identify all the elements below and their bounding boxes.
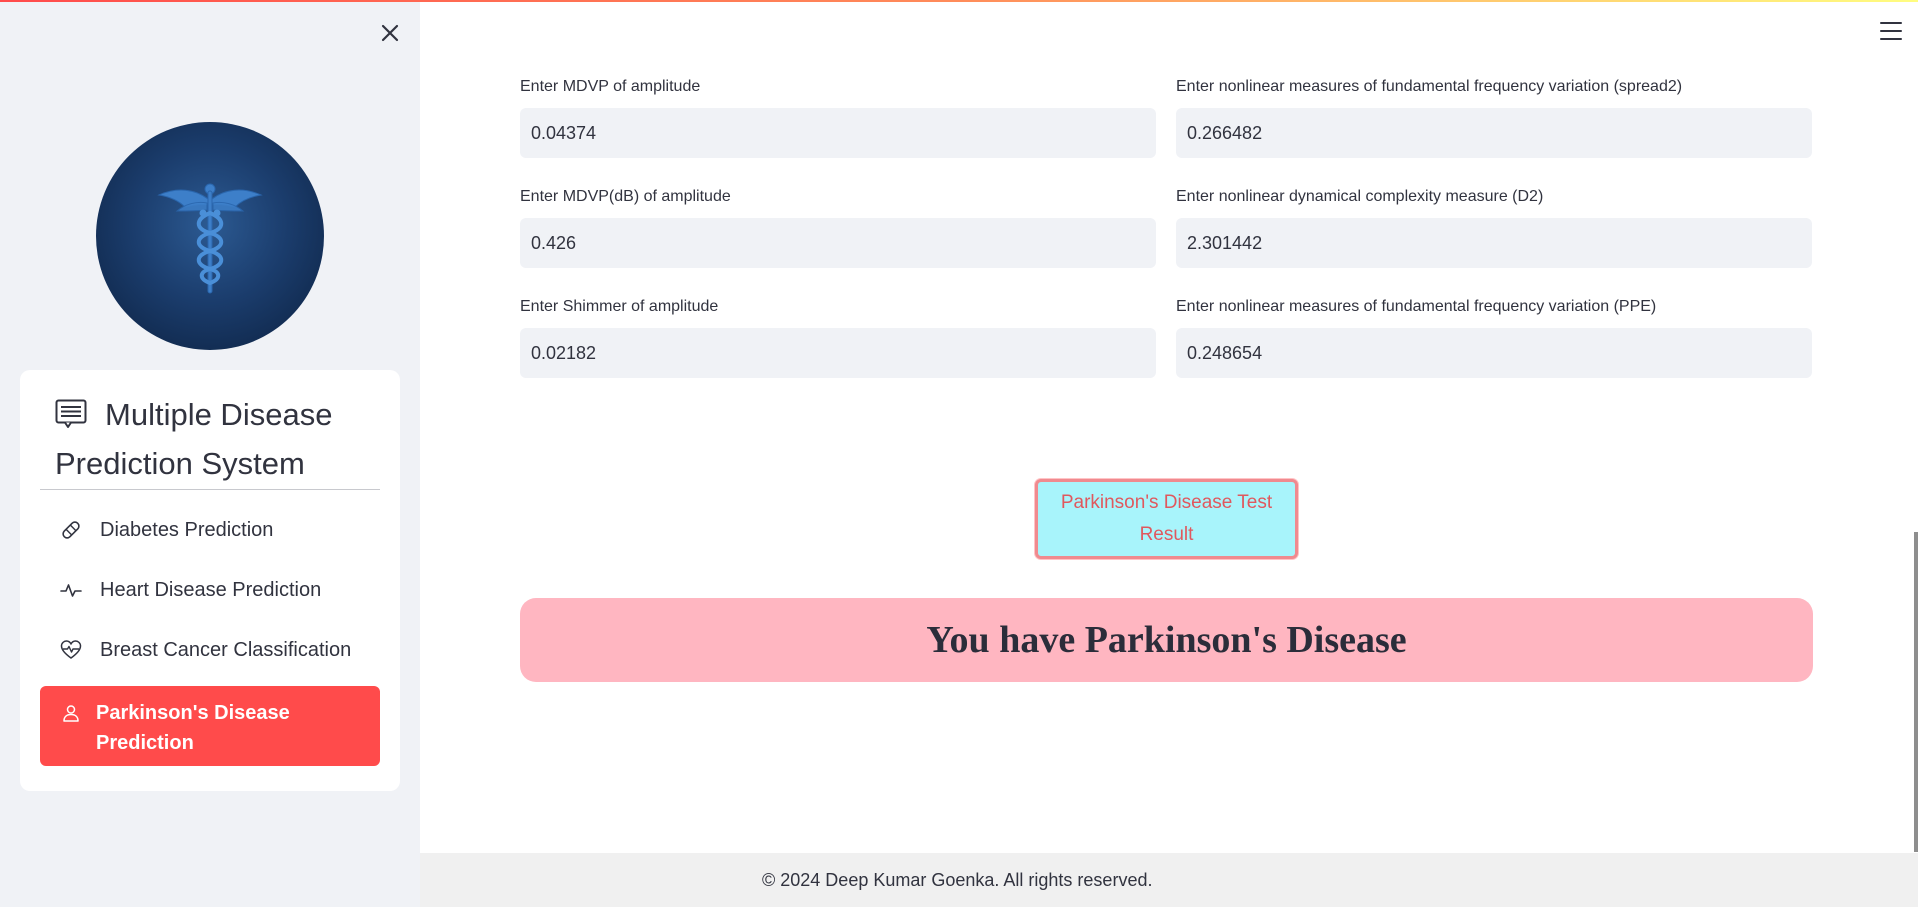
- menu-item-heart-disease[interactable]: Heart Disease Prediction: [40, 566, 380, 614]
- top-decoration-stripe: [0, 0, 1918, 2]
- field-label: Enter MDVP(dB) of amplitude: [520, 188, 731, 205]
- pulse-icon: [60, 579, 82, 601]
- d2-input[interactable]: [1176, 218, 1812, 268]
- field-label: Enter nonlinear measures of fundamental …: [1176, 78, 1683, 95]
- sidebar: Multiple Disease Prediction System Diabe…: [0, 0, 420, 907]
- ppe-input[interactable]: [1176, 328, 1812, 378]
- field-label: Enter MDVP of amplitude: [520, 78, 701, 95]
- spread2-field: Enter nonlinear measures of fundamental …: [1176, 74, 1812, 158]
- ppe-field: Enter nonlinear measures of fundamental …: [1176, 294, 1812, 378]
- menu-item-label: Heart Disease Prediction: [100, 578, 322, 601]
- spread2-input[interactable]: [1176, 108, 1812, 158]
- menu-title-text: Multiple Disease Prediction System: [55, 397, 333, 481]
- person-icon: [60, 702, 82, 724]
- shimmer-field: Enter Shimmer of amplitude: [520, 294, 1156, 378]
- menu-divider: [40, 489, 380, 490]
- menu-title: Multiple Disease Prediction System: [55, 392, 375, 486]
- field-label: Enter nonlinear dynamical complexity mea…: [1176, 188, 1544, 205]
- mdvp-db-input[interactable]: [520, 218, 1156, 268]
- mdvp-apq-field: Enter MDVP of amplitude: [520, 74, 1156, 158]
- field-label: Enter nonlinear measures of fundamental …: [1176, 298, 1657, 315]
- hamburger-icon-line: [1880, 38, 1902, 40]
- scrollbar-thumb[interactable]: [1914, 532, 1918, 852]
- menu-item-parkinsons[interactable]: Parkinson's Disease Prediction: [40, 686, 380, 766]
- chat-list-icon: [55, 396, 87, 441]
- result-text: You have Parkinson's Disease: [926, 619, 1407, 661]
- parkinsons-test-result-button[interactable]: Parkinson's Disease Test Result: [1035, 479, 1298, 559]
- hamburger-icon-line: [1880, 30, 1902, 32]
- app-logo: [96, 122, 324, 350]
- field-label: Enter Shimmer of amplitude: [520, 298, 719, 315]
- main-menu-button[interactable]: [1878, 20, 1904, 42]
- menu-item-label: Breast Cancer Classification: [100, 638, 352, 661]
- footer-text: © 2024 Deep Kumar Goenka. All rights res…: [762, 870, 1153, 890]
- heart-pulse-icon: [60, 639, 82, 661]
- close-icon: [381, 24, 399, 42]
- result-banner: You have Parkinson's Disease: [520, 598, 1813, 682]
- bandage-icon: [60, 519, 82, 541]
- hamburger-icon: [1880, 22, 1902, 24]
- menu-item-diabetes[interactable]: Diabetes Prediction: [40, 506, 380, 554]
- d2-field: Enter nonlinear dynamical complexity mea…: [1176, 184, 1812, 268]
- caduceus-icon: [157, 183, 263, 294]
- close-sidebar-button[interactable]: [375, 18, 405, 48]
- navigation-menu: Multiple Disease Prediction System Diabe…: [20, 370, 400, 791]
- menu-item-label: Diabetes Prediction: [100, 518, 274, 541]
- menu-item-label: Parkinson's Disease Prediction: [96, 702, 290, 754]
- shimmer-input[interactable]: [520, 328, 1156, 378]
- footer: © 2024 Deep Kumar Goenka. All rights res…: [420, 853, 1918, 907]
- mdvp-db-field: Enter MDVP(dB) of amplitude: [520, 184, 1156, 268]
- menu-item-breast-cancer[interactable]: Breast Cancer Classification: [40, 626, 380, 674]
- mdvp-apq-input[interactable]: [520, 108, 1156, 158]
